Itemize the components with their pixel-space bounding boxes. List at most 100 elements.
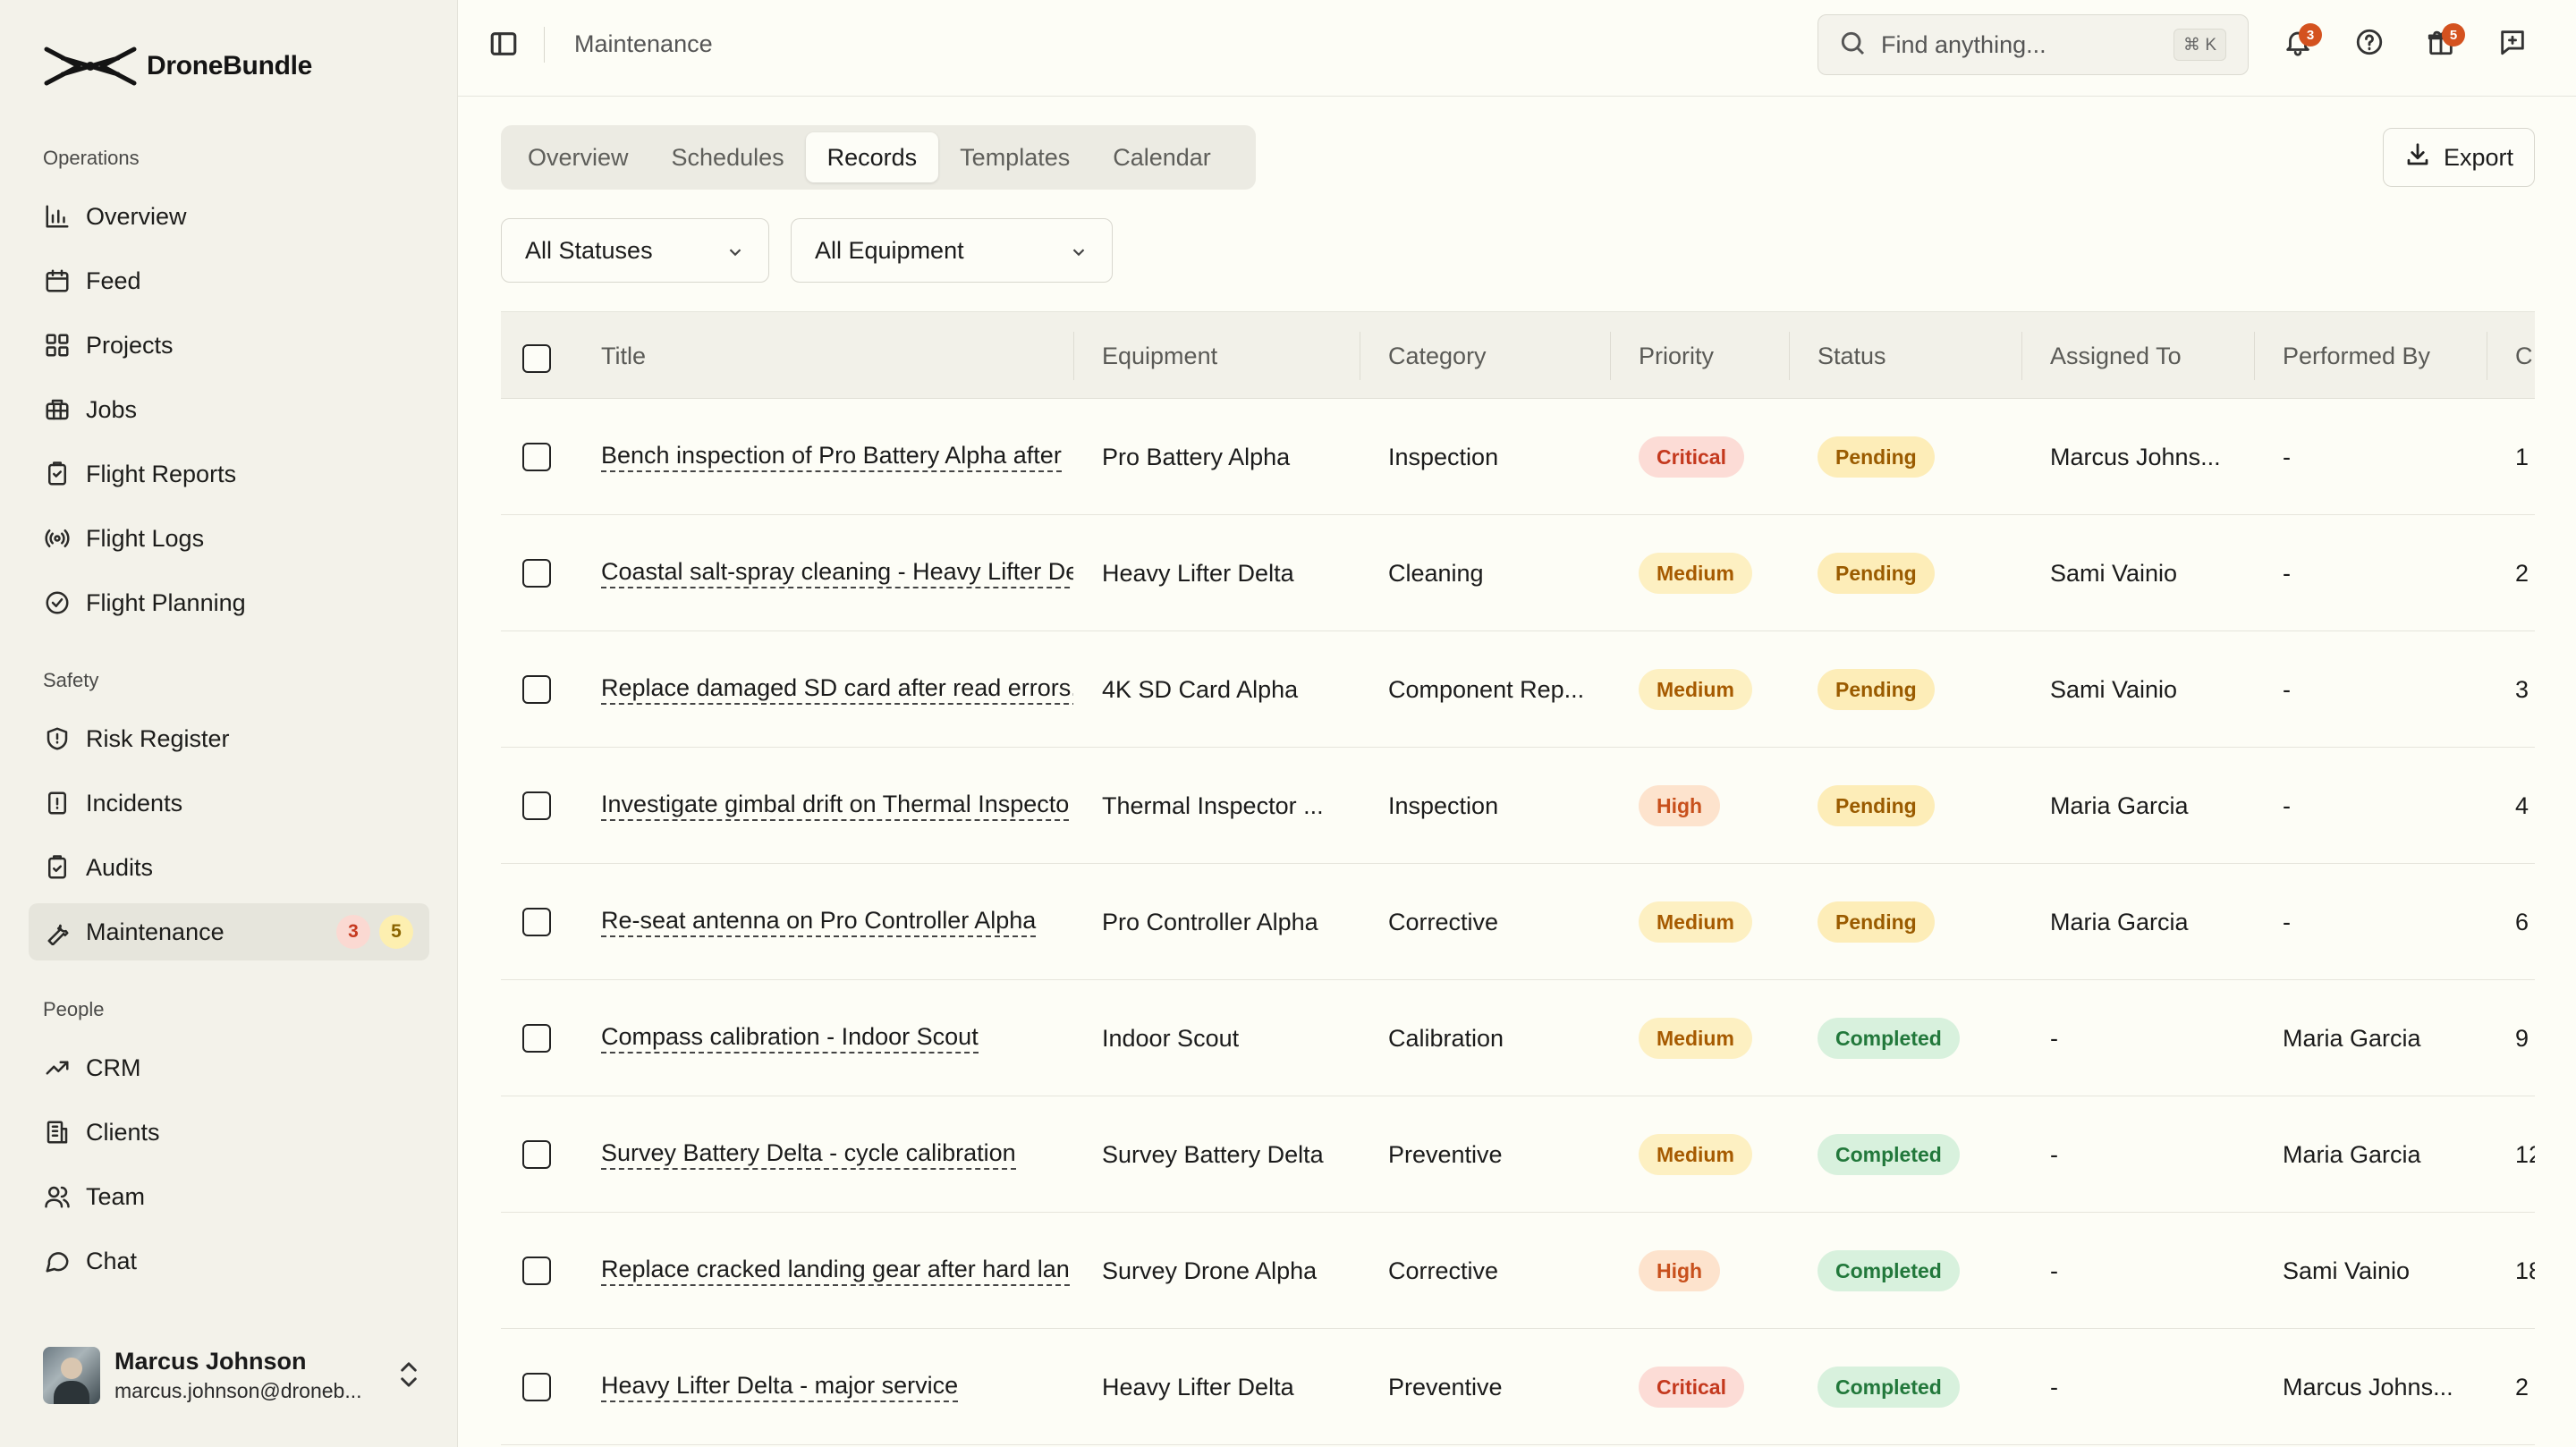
row-checkbox[interactable] xyxy=(522,1373,551,1401)
row-checkbox[interactable] xyxy=(522,559,551,588)
user-menu[interactable]: Marcus Johnson marcus.johnson@droneb... xyxy=(43,1341,428,1409)
table-row[interactable]: Compass calibration - Indoor Scout Indoor… xyxy=(501,980,2535,1096)
column-header-status[interactable]: Status xyxy=(1818,312,1886,400)
sidebar-item-maintenance[interactable]: Maintenance 3 5 xyxy=(29,903,429,960)
priority-cell: Medium xyxy=(1639,515,1782,631)
c-cell: 2 xyxy=(2515,1329,2535,1445)
column-header-equipment[interactable]: Equipment xyxy=(1102,312,1217,400)
performed-by-cell: - xyxy=(2283,399,2479,515)
tab-templates[interactable]: Templates xyxy=(938,132,1091,182)
row-checkbox[interactable] xyxy=(522,1257,551,1285)
c-cell: 4 xyxy=(2515,748,2535,864)
title-cell[interactable]: Compass calibration - Indoor Scout xyxy=(601,980,1073,1096)
clipboard-check-icon xyxy=(43,853,72,882)
tab-schedules[interactable]: Schedules xyxy=(650,132,806,182)
record-title-link[interactable]: Re-seat antenna on Pro Controller Alpha xyxy=(601,907,1037,937)
table-row[interactable]: Bench inspection of Pro Battery Alpha af… xyxy=(501,399,2535,515)
export-button[interactable]: Export xyxy=(2383,128,2535,187)
column-header-title[interactable]: Title xyxy=(601,312,646,400)
title-cell[interactable]: Survey Battery Delta - cycle calibration xyxy=(601,1096,1073,1213)
row-checkbox[interactable] xyxy=(522,908,551,936)
tab-records[interactable]: Records xyxy=(805,132,939,182)
sidebar-item-flight-logs[interactable]: Flight Logs xyxy=(29,510,429,567)
table-row[interactable]: Replace damaged SD card after read error… xyxy=(501,631,2535,748)
select-all-checkbox[interactable] xyxy=(522,344,551,373)
sidebar-item-chat[interactable]: Chat xyxy=(29,1232,429,1290)
tab-calendar[interactable]: Calendar xyxy=(1091,132,1233,182)
column-header-assigned-to[interactable]: Assigned To xyxy=(2050,312,2182,400)
column-divider[interactable] xyxy=(1610,332,1611,380)
category-cell: Inspection xyxy=(1388,748,1603,864)
row-checkbox[interactable] xyxy=(522,791,551,820)
c-cell: 9 xyxy=(2515,980,2535,1096)
row-checkbox[interactable] xyxy=(522,1140,551,1169)
title-cell[interactable]: Investigate gimbal drift on Thermal Insp… xyxy=(601,748,1073,864)
sidebar-item-audits[interactable]: Audits xyxy=(29,839,429,896)
feedback-button[interactable] xyxy=(2497,27,2533,63)
sidebar-item-incidents[interactable]: Incidents xyxy=(29,774,429,832)
gifts-button[interactable]: 5 xyxy=(2426,23,2465,63)
record-title-link[interactable]: Compass calibration - Indoor Scout xyxy=(601,1023,979,1054)
table-row[interactable]: Re-seat antenna on Pro Controller Alpha P… xyxy=(501,864,2535,980)
record-title-link[interactable]: Investigate gimbal drift on Thermal Insp… xyxy=(601,791,1070,821)
column-header-category[interactable]: Category xyxy=(1388,312,1487,400)
table-row[interactable]: Replace cracked landing gear after hard … xyxy=(501,1213,2535,1329)
column-divider[interactable] xyxy=(1789,332,1790,380)
sidebar-item-team[interactable]: Team xyxy=(29,1168,429,1225)
row-checkbox[interactable] xyxy=(522,1024,551,1053)
assigned-to-cell: Maria Garcia xyxy=(2050,748,2247,864)
category-text: Cleaning xyxy=(1388,559,1484,587)
table-row[interactable]: Heavy Lifter Delta - major service Heavy … xyxy=(501,1329,2535,1445)
notifications-button[interactable]: 3 xyxy=(2283,23,2322,63)
clipboard-icon xyxy=(43,460,72,488)
row-checkbox[interactable] xyxy=(522,443,551,471)
table-row[interactable]: Investigate gimbal drift on Thermal Insp… xyxy=(501,748,2535,864)
search-input[interactable]: Find anything... ⌘ K xyxy=(1818,14,2249,75)
c-cell: 6 xyxy=(2515,864,2535,980)
row-checkbox[interactable] xyxy=(522,675,551,704)
title-cell[interactable]: Replace damaged SD card after read error… xyxy=(601,631,1073,748)
column-header-priority[interactable]: Priority xyxy=(1639,312,1714,400)
notifications-count: 3 xyxy=(2299,23,2322,47)
chevron-up-down-icon[interactable] xyxy=(395,1359,428,1392)
record-title-link[interactable]: Bench inspection of Pro Battery Alpha af… xyxy=(601,442,1062,472)
gift-icon xyxy=(2426,30,2456,61)
sidebar-item-flight-planning[interactable]: Flight Planning xyxy=(29,574,429,631)
record-title-link[interactable]: Replace damaged SD card after read error… xyxy=(601,674,1073,705)
tab-overview[interactable]: Overview xyxy=(506,132,650,182)
sidebar-toggle-icon[interactable] xyxy=(488,29,524,61)
sidebar-item-crm[interactable]: CRM xyxy=(29,1039,429,1096)
title-cell[interactable]: Re-seat antenna on Pro Controller Alpha xyxy=(601,864,1073,980)
sidebar-item-flight-reports[interactable]: Flight Reports xyxy=(29,445,429,503)
sidebar-item-risk-register[interactable]: Risk Register xyxy=(29,710,429,767)
column-divider[interactable] xyxy=(1073,332,1074,380)
sidebar-item-overview[interactable]: Overview xyxy=(29,188,429,245)
help-circle-icon xyxy=(2354,29,2385,61)
record-title-link[interactable]: Coastal salt-spray cleaning - Heavy Lift… xyxy=(601,558,1073,588)
column-header-performed-by[interactable]: Performed By xyxy=(2283,312,2430,400)
trend-up-icon xyxy=(43,1054,72,1082)
record-title-link[interactable]: Heavy Lifter Delta - major service xyxy=(601,1372,959,1402)
app-logo[interactable]: DroneBundle xyxy=(43,43,312,89)
column-header-c[interactable]: C xyxy=(2515,312,2533,400)
sidebar-item-clients[interactable]: Clients xyxy=(29,1104,429,1161)
title-cell[interactable]: Replace cracked landing gear after hard … xyxy=(601,1213,1073,1329)
title-cell[interactable]: Coastal salt-spray cleaning - Heavy Lift… xyxy=(601,515,1073,631)
help-button[interactable] xyxy=(2354,27,2390,63)
category-cell: Calibration xyxy=(1388,980,1603,1096)
category-cell: Inspection xyxy=(1388,399,1603,515)
record-title-link[interactable]: Replace cracked landing gear after hard … xyxy=(601,1256,1070,1286)
status-filter-select[interactable]: All Statuses xyxy=(501,218,769,283)
title-cell[interactable]: Heavy Lifter Delta - major service xyxy=(601,1329,1073,1445)
sidebar: DroneBundle Operations Overview Feed Pro… xyxy=(0,0,458,1447)
sidebar-item-jobs[interactable]: Jobs xyxy=(29,381,429,438)
table-row[interactable]: Survey Battery Delta - cycle calibration… xyxy=(501,1096,2535,1213)
column-divider[interactable] xyxy=(2254,332,2255,380)
sidebar-item-feed[interactable]: Feed xyxy=(29,252,429,309)
column-divider[interactable] xyxy=(2021,332,2022,380)
equipment-filter-select[interactable]: All Equipment xyxy=(791,218,1113,283)
title-cell[interactable]: Bench inspection of Pro Battery Alpha af… xyxy=(601,399,1073,515)
record-title-link[interactable]: Survey Battery Delta - cycle calibration xyxy=(601,1139,1016,1170)
table-row[interactable]: Coastal salt-spray cleaning - Heavy Lift… xyxy=(501,515,2535,631)
sidebar-item-projects[interactable]: Projects xyxy=(29,317,429,374)
